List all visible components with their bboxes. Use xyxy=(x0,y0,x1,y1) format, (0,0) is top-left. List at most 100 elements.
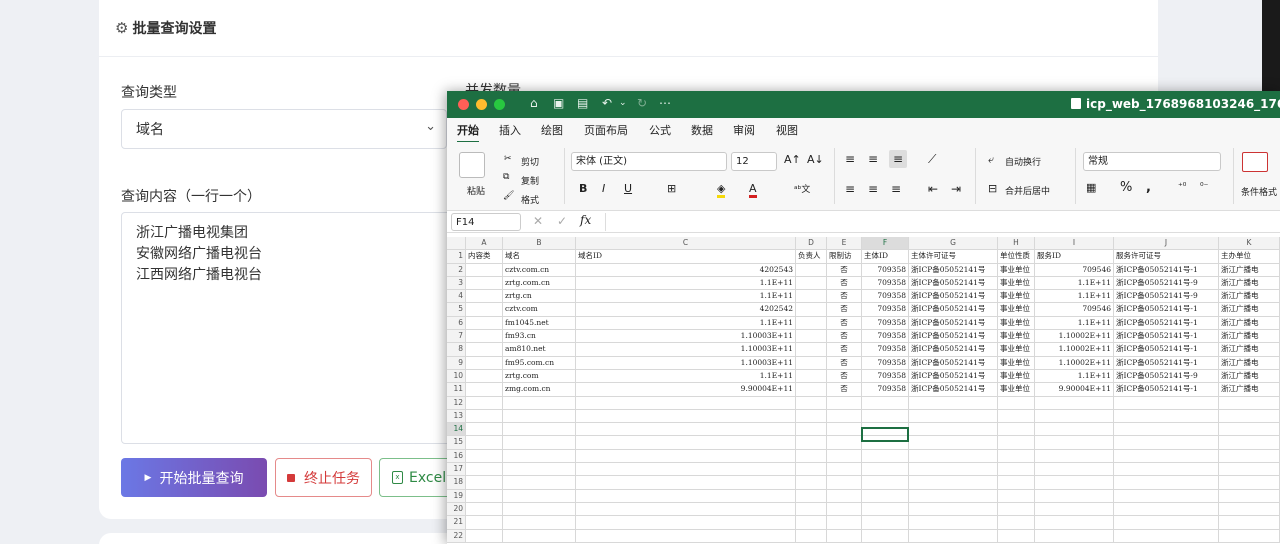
cell[interactable] xyxy=(862,463,909,477)
cell[interactable]: 浙江广播电 xyxy=(1219,276,1280,291)
conditional-format-icon[interactable] xyxy=(1242,152,1268,172)
cell[interactable] xyxy=(576,516,796,530)
cell[interactable]: 否 xyxy=(827,356,862,370)
decrease-font-icon[interactable]: A↓ xyxy=(807,153,824,166)
cell[interactable] xyxy=(1114,476,1219,490)
cell[interactable]: 浙江广播电 xyxy=(1219,343,1280,357)
cell[interactable] xyxy=(503,463,576,477)
cell[interactable]: 浙ICP备05052141号 xyxy=(909,356,998,370)
cell[interactable]: cztv.com xyxy=(503,303,576,317)
cell[interactable] xyxy=(796,369,827,384)
cell[interactable] xyxy=(1219,529,1280,543)
column-header-b[interactable]: B xyxy=(503,237,576,251)
cut-icon[interactable]: ✂ xyxy=(504,154,512,164)
cell[interactable] xyxy=(466,529,503,543)
cell[interactable] xyxy=(466,436,503,450)
cell[interactable] xyxy=(909,449,998,464)
cell[interactable]: 1.1E+11 xyxy=(576,290,796,304)
cell[interactable]: 709358 xyxy=(862,290,909,304)
cell[interactable] xyxy=(1219,449,1280,464)
cell[interactable] xyxy=(1035,516,1114,530)
cell[interactable]: 事业单位 xyxy=(998,316,1035,331)
cell[interactable] xyxy=(796,383,827,397)
align-center-icon[interactable]: ≡ xyxy=(868,182,878,196)
cell[interactable] xyxy=(862,502,909,517)
cell[interactable] xyxy=(909,476,998,490)
undo-icon[interactable]: ↶ xyxy=(602,96,612,110)
cell[interactable] xyxy=(909,489,998,503)
cell[interactable]: 4202543 xyxy=(576,263,796,277)
cell[interactable]: 浙ICP备05052141号 xyxy=(909,343,998,357)
cell[interactable]: 709358 xyxy=(862,369,909,384)
confirm-formula-icon[interactable]: ✓ xyxy=(557,214,567,228)
row-header[interactable]: 5 xyxy=(447,303,466,317)
cell[interactable] xyxy=(466,502,503,517)
cell[interactable]: 服务许可证号 xyxy=(1114,250,1219,264)
home-icon[interactable]: ⌂ xyxy=(530,96,538,110)
cell[interactable]: 9.90004E+11 xyxy=(576,383,796,397)
cell[interactable] xyxy=(827,489,862,503)
cell[interactable] xyxy=(827,476,862,490)
cell[interactable] xyxy=(1035,529,1114,543)
row-header[interactable]: 3 xyxy=(447,276,466,291)
cell[interactable] xyxy=(1219,516,1280,530)
cell[interactable]: 1.10003E+11 xyxy=(576,330,796,344)
row-header[interactable]: 15 xyxy=(447,436,466,450)
cell[interactable] xyxy=(1219,436,1280,450)
cell[interactable] xyxy=(466,316,503,331)
cell[interactable]: 1.1E+11 xyxy=(576,369,796,384)
cell[interactable]: 否 xyxy=(827,369,862,384)
wrap-text-label[interactable]: 自动换行 xyxy=(1005,155,1041,168)
save-icon[interactable]: ▣ xyxy=(553,96,564,110)
cell[interactable] xyxy=(1219,423,1280,437)
currency-icon[interactable]: ▦ xyxy=(1086,181,1096,194)
cell[interactable] xyxy=(862,489,909,503)
cell[interactable]: 1.1E+11 xyxy=(576,276,796,291)
cell[interactable]: 负责人 xyxy=(796,250,827,264)
cell[interactable]: 709358 xyxy=(862,383,909,397)
cell[interactable]: 浙ICP备05052141号 xyxy=(909,290,998,304)
cell[interactable]: 浙江广播电 xyxy=(1219,290,1280,304)
cell[interactable] xyxy=(576,529,796,543)
tab-draw[interactable]: 绘图 xyxy=(541,122,563,138)
cell[interactable]: 事业单位 xyxy=(998,276,1035,291)
cell[interactable] xyxy=(1219,502,1280,517)
cell[interactable] xyxy=(827,449,862,464)
stop-task-button[interactable]: 终止任务 xyxy=(275,458,372,497)
merge-center-label[interactable]: 合并后居中 xyxy=(1005,184,1050,197)
cell[interactable]: 浙ICP备05052141号-1 xyxy=(1114,343,1219,357)
row-header[interactable]: 8 xyxy=(447,343,466,357)
cell[interactable] xyxy=(998,529,1035,543)
cell[interactable]: 709358 xyxy=(862,330,909,344)
cell[interactable] xyxy=(1114,489,1219,503)
cell[interactable]: 1.10002E+11 xyxy=(1035,343,1114,357)
cell[interactable]: 709358 xyxy=(862,303,909,317)
zoom-window-button[interactable] xyxy=(494,99,505,110)
cell[interactable] xyxy=(796,276,827,291)
cell[interactable] xyxy=(1035,489,1114,503)
cell[interactable] xyxy=(576,463,796,477)
cell[interactable] xyxy=(796,463,827,477)
row-header[interactable]: 9 xyxy=(447,356,466,370)
cell[interactable] xyxy=(576,423,796,437)
cell[interactable] xyxy=(466,303,503,317)
row-header[interactable]: 1 xyxy=(447,250,466,264)
cell[interactable] xyxy=(1114,396,1219,410)
cell[interactable] xyxy=(909,502,998,517)
cell[interactable] xyxy=(796,476,827,490)
align-bottom-icon[interactable]: ≡ xyxy=(889,150,908,168)
cell[interactable]: 服务ID xyxy=(1035,250,1114,264)
cell[interactable]: 域名 xyxy=(503,250,576,264)
cell[interactable] xyxy=(796,303,827,317)
underline-icon[interactable]: U xyxy=(624,182,632,195)
cell[interactable] xyxy=(1035,449,1114,464)
cell[interactable]: 709358 xyxy=(862,316,909,331)
more-icon[interactable]: ⋯ xyxy=(659,96,671,110)
cell[interactable]: zmg.com.cn xyxy=(503,383,576,397)
cell[interactable] xyxy=(796,449,827,464)
cell[interactable]: cztv.com.cn xyxy=(503,263,576,277)
cell[interactable] xyxy=(998,502,1035,517)
cell[interactable] xyxy=(862,476,909,490)
cell[interactable]: 浙江广播电 xyxy=(1219,356,1280,370)
cell[interactable]: 浙江广播电 xyxy=(1219,263,1280,277)
